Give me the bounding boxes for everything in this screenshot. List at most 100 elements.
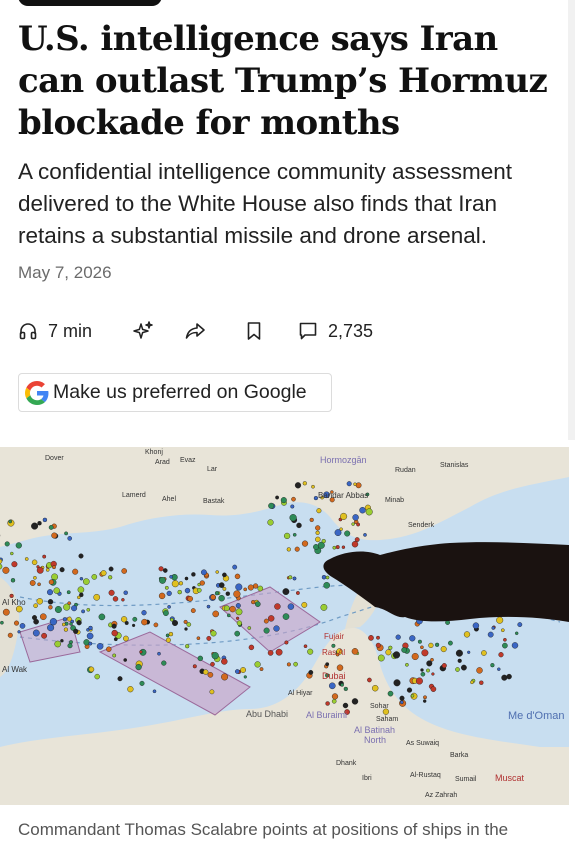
bookmark-button[interactable] — [246, 321, 298, 341]
ship-marker — [100, 570, 107, 577]
ship-marker — [225, 591, 231, 596]
ship-marker — [76, 620, 82, 626]
ship-marker — [367, 677, 372, 683]
ship-marker — [399, 695, 405, 701]
ship-marker — [77, 595, 81, 600]
map-label-al-rustaq: Al-Rustaq — [410, 772, 441, 779]
scrollbar-track[interactable] — [568, 0, 575, 440]
article-actions-bar: 7 min 2,735 — [18, 316, 373, 346]
ship-marker — [168, 631, 174, 637]
ship-marker — [186, 622, 192, 627]
map-label-fujair: Fujair — [324, 632, 344, 641]
ship-marker — [240, 667, 247, 673]
ship-marker — [40, 613, 47, 620]
ship-marker — [69, 622, 73, 626]
ship-marker — [355, 482, 362, 489]
ship-marker — [511, 642, 519, 649]
ship-marker — [77, 586, 85, 593]
comment-bubble-icon — [298, 321, 318, 341]
ship-marker — [292, 576, 297, 581]
ship-marker — [229, 605, 236, 613]
ai-summary-button[interactable] — [132, 320, 184, 342]
ship-marker — [420, 645, 424, 650]
ship-marker — [31, 559, 38, 566]
ship-marker — [455, 667, 460, 672]
ship-marker — [289, 514, 297, 522]
ship-marker — [132, 623, 136, 627]
ship-marker — [222, 572, 227, 578]
ship-marker — [288, 575, 293, 580]
ship-marker — [69, 640, 73, 645]
ship-marker — [4, 541, 10, 547]
ship-marker — [470, 680, 474, 685]
ship-marker — [166, 590, 172, 597]
ship-marker — [212, 610, 219, 618]
ship-marker — [111, 623, 117, 629]
ship-marker — [410, 694, 415, 698]
ship-marker — [62, 617, 67, 622]
ship-marker — [430, 686, 437, 692]
ship-marker — [274, 603, 281, 610]
ship-marker — [167, 605, 171, 609]
ship-marker — [388, 645, 393, 650]
ship-marker — [294, 546, 300, 552]
comments-button[interactable]: 2,735 — [298, 321, 373, 342]
ship-marker — [153, 622, 159, 628]
ship-marker — [2, 566, 10, 574]
ship-marker — [123, 590, 128, 595]
ship-marker — [31, 522, 39, 530]
ship-marker — [515, 631, 519, 636]
ship-marker — [409, 635, 416, 642]
ship-marker — [51, 573, 58, 581]
ship-marker — [286, 547, 291, 552]
map-label-khonj: Khonj — [145, 449, 163, 456]
map-label-bastak: Bastak — [203, 498, 225, 505]
ship-marker — [117, 676, 123, 682]
ship-marker — [214, 591, 220, 596]
map-label-lar: Lar — [207, 466, 218, 473]
ship-marker — [315, 525, 321, 531]
ship-marker — [234, 669, 240, 674]
ship-marker — [54, 605, 62, 613]
article-date: May 7, 2026 — [18, 263, 112, 282]
ship-marker — [365, 508, 373, 516]
ship-marker — [72, 568, 79, 575]
ship-marker — [53, 587, 60, 594]
ship-marker — [10, 551, 14, 556]
ship-marker — [316, 508, 322, 514]
ship-marker — [301, 540, 309, 547]
ship-marker — [476, 667, 483, 674]
map-label-dubai: Dubai — [322, 671, 346, 681]
map-label-dhank: Dhank — [336, 760, 357, 767]
share-button[interactable] — [184, 321, 246, 341]
ship-marker — [211, 652, 219, 660]
ship-marker — [235, 608, 243, 616]
map-label-al-batinah: Al Batinah — [354, 725, 395, 735]
map-label-hormozgan: Hormozgān — [320, 455, 367, 465]
ship-marker — [372, 684, 379, 692]
map-label-arad: Arad — [155, 459, 170, 466]
preferred-on-google-button[interactable]: Make us preferred on Google — [18, 373, 332, 412]
ship-marker — [15, 542, 22, 549]
ship-marker — [106, 646, 112, 652]
ship-marker — [267, 650, 274, 656]
ship-marker — [86, 632, 94, 640]
ship-marker — [127, 686, 134, 693]
ship-marker — [210, 661, 215, 667]
ship-marker — [457, 658, 462, 663]
ship-marker — [29, 580, 36, 586]
map-label-al-buraimi: Al Buraimi — [306, 710, 347, 720]
ship-marker — [385, 649, 392, 656]
ship-marker — [315, 536, 321, 543]
ship-marker — [295, 591, 300, 595]
ship-marker — [54, 640, 62, 648]
listen-button[interactable]: 7 min — [18, 321, 132, 342]
ship-marker — [393, 679, 401, 687]
ship-marker — [52, 565, 56, 570]
ship-marker — [215, 570, 219, 574]
map-label-ras-al: Ras Al — [322, 648, 345, 657]
ship-marker — [79, 576, 84, 581]
ship-marker — [441, 663, 447, 669]
ship-marker — [301, 601, 308, 608]
ship-marker — [506, 673, 512, 680]
